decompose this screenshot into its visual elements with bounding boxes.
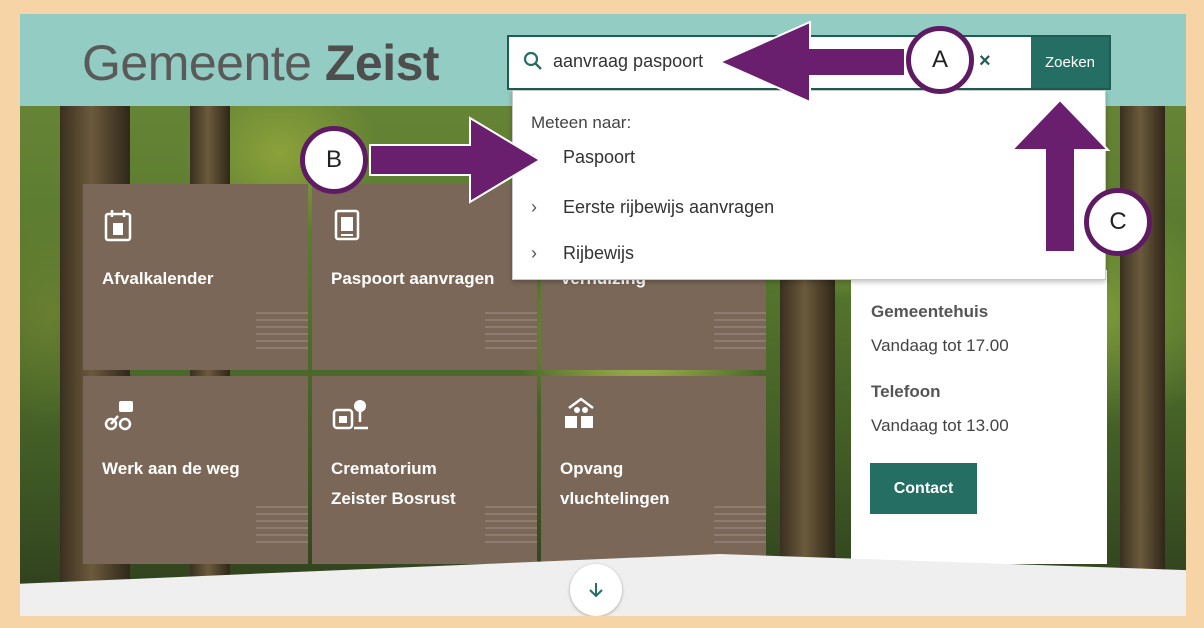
page-frame: Gemeente Zeist Afvalkalender Paspoort aa… (20, 14, 1186, 616)
gemeentehuis-hours: Vandaag tot 17.00 (871, 336, 1009, 355)
scroll-down-button[interactable] (570, 564, 622, 616)
search-suggestions: Meteen naar: › Paspoort › Eerste rijbewijs… (512, 90, 1106, 280)
crematorium-icon (332, 400, 368, 430)
annotation-badge-b: B (300, 126, 368, 194)
opening-hours-panel: Gemeentehuis Vandaag tot 17.00 Telefoon … (851, 270, 1107, 564)
tile-decoration (256, 506, 308, 546)
telefoon-hours: Vandaag tot 13.00 (871, 416, 1009, 435)
suggestion-rijbewijs[interactable]: › Rijbewijs (531, 243, 634, 264)
contact-button[interactable]: Contact (870, 463, 977, 514)
chevron-right-icon: › (531, 147, 537, 167)
tile-label: Werk aan de weg (102, 459, 240, 478)
passport-icon (334, 209, 360, 241)
chevron-right-icon: › (531, 197, 537, 217)
site-logo[interactable]: Gemeente Zeist (82, 34, 440, 92)
tile-afvalkalender[interactable]: Afvalkalender (83, 184, 308, 370)
tile-label: Afvalkalender (102, 269, 214, 288)
calendar-bin-icon (104, 210, 132, 242)
search-input[interactable]: aanvraag paspoort (553, 51, 703, 72)
tile-crematorium[interactable]: Crematorium Zeister Bosrust (312, 376, 537, 564)
search-icon (523, 51, 542, 70)
gemeentehuis-heading: Gemeentehuis (871, 302, 989, 321)
tile-decoration (714, 506, 766, 546)
search-button[interactable]: Zoeken (1031, 37, 1109, 88)
tile-decoration (714, 312, 766, 352)
tile-label: Paspoort aanvragen (331, 269, 495, 288)
annotation-badge-a: A (906, 26, 974, 94)
telefoon-heading: Telefoon (871, 382, 941, 401)
tile-label: Opvang vluchtelingen (560, 459, 670, 508)
suggestion-paspoort[interactable]: › Paspoort (531, 147, 635, 168)
tile-werk-aan-de-weg[interactable]: Werk aan de weg (83, 376, 308, 564)
chevron-right-icon: › (531, 243, 537, 263)
tile-paspoort-aanvragen[interactable]: Paspoort aanvragen (312, 184, 537, 370)
tile-decoration (485, 312, 537, 352)
tile-decoration (485, 506, 537, 546)
tile-label: Crematorium Zeister Bosrust (331, 459, 456, 508)
refugee-shelter-icon (565, 397, 594, 428)
suggestion-eerste-rijbewijs[interactable]: › Eerste rijbewijs aanvragen (531, 197, 774, 218)
arrow-down-icon (589, 583, 603, 598)
suggestions-title: Meteen naar: (531, 113, 632, 132)
roadwork-icon (104, 401, 133, 431)
tree-trunk (1120, 94, 1165, 616)
tile-decoration (256, 312, 308, 352)
tile-opvang-vluchtelingen[interactable]: Opvang vluchtelingen (541, 376, 766, 564)
search-box: aanvraag paspoort × Zoeken (507, 35, 1111, 90)
annotation-badge-c: C (1084, 188, 1152, 256)
clear-search-icon[interactable]: × (979, 50, 991, 73)
